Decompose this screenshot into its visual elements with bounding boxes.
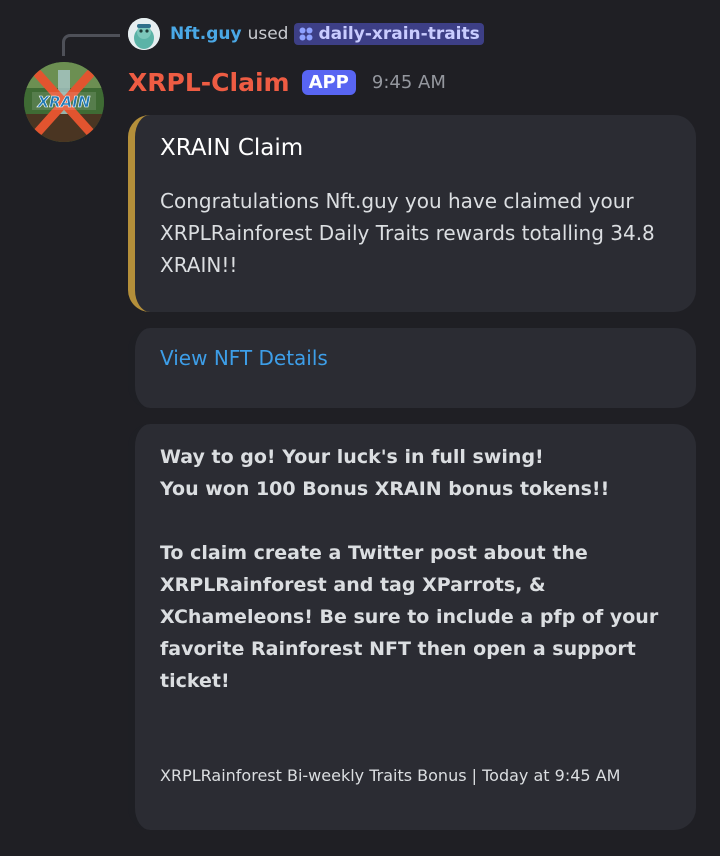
avatar-logo-text: XRAIN (37, 93, 91, 111)
app-command-icon (299, 27, 313, 41)
reply-username[interactable]: Nft.guy (170, 24, 242, 44)
chat-message: Nft.guy used daily-xrain-traits XRAIN XR… (0, 0, 720, 856)
bonus-line-1: Way to go! Your luck's in full swing! (160, 446, 544, 468)
app-badge: APP (301, 69, 356, 95)
command-mention[interactable]: daily-xrain-traits (294, 23, 484, 45)
user-avatar[interactable] (128, 18, 160, 50)
bot-name[interactable]: XRPL-Claim (128, 68, 290, 97)
view-nft-details-link[interactable]: View NFT Details (160, 346, 328, 370)
embed-footer: XRPLRainforest Bi-weekly Traits Bonus | … (160, 766, 621, 785)
claim-embed: XRAIN Claim Congratulations Nft.guy you … (128, 115, 696, 312)
reply-context[interactable]: Nft.guy used daily-xrain-traits (128, 18, 484, 50)
bonus-embed: Way to go! Your luck's in full swing! Yo… (128, 424, 696, 830)
bonus-message: Way to go! Your luck's in full swing! Yo… (160, 441, 670, 697)
command-name: daily-xrain-traits (318, 24, 480, 44)
embed-title: XRAIN Claim (160, 135, 304, 161)
reply-used-label: used (247, 24, 289, 44)
message-header: XRPL-Claim APP 9:45 AM (128, 62, 446, 102)
bonus-instructions: To claim create a Twitter post about the… (160, 542, 659, 692)
bot-avatar[interactable]: XRAIN (24, 62, 104, 142)
reply-connector (62, 34, 120, 56)
message-timestamp[interactable]: 9:45 AM (372, 72, 446, 93)
embed-description: Congratulations Nft.guy you have claimed… (160, 189, 655, 277)
details-embed: View NFT Details (128, 328, 696, 408)
bonus-line-2: You won 100 Bonus XRAIN bonus tokens!! (160, 478, 610, 500)
